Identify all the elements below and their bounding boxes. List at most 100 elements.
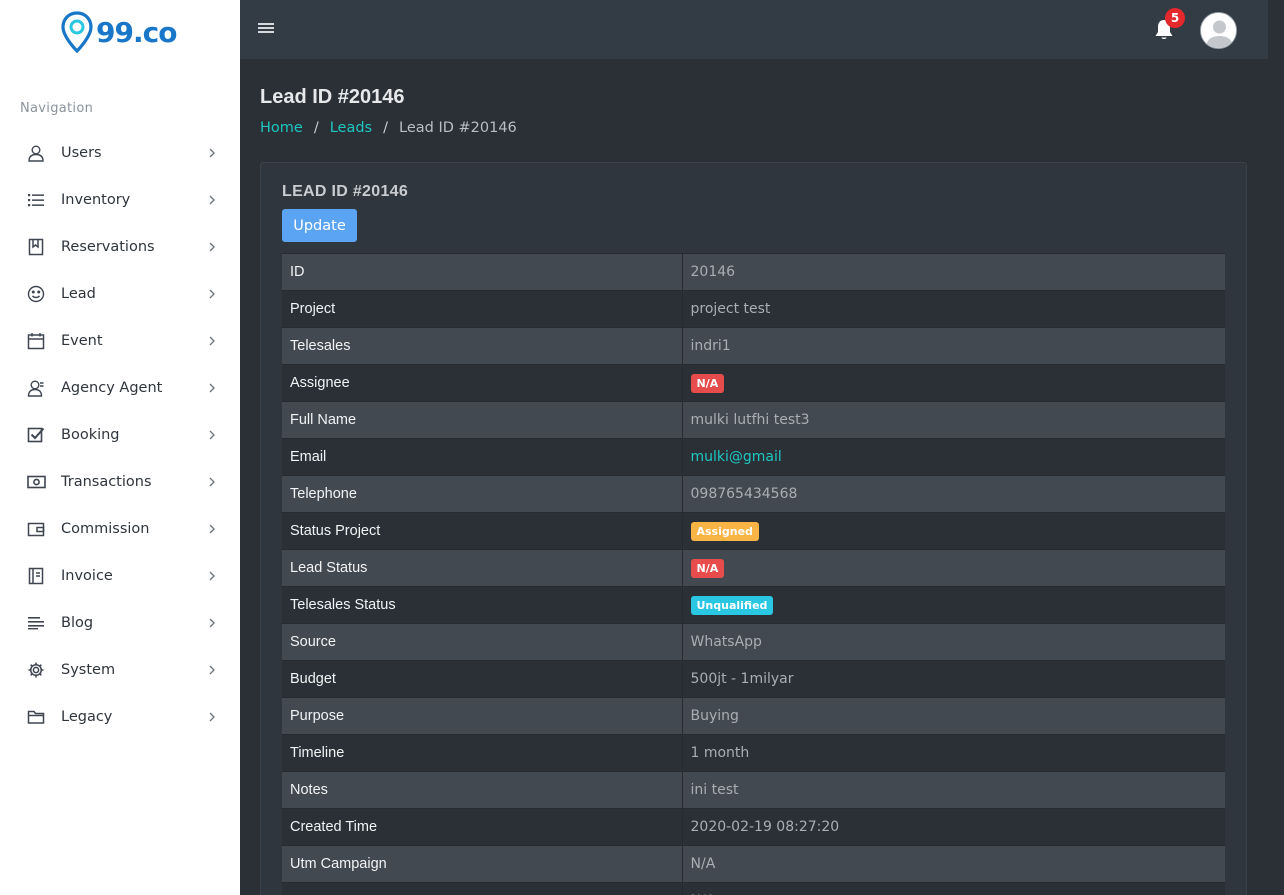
field-value: indri1 bbox=[690, 338, 731, 354]
list-icon bbox=[26, 190, 46, 210]
gear-icon bbox=[26, 660, 46, 680]
field-label: Telesales Status bbox=[282, 586, 683, 624]
field-label: Lead Status bbox=[282, 549, 683, 587]
sidebar-item-label: Booking bbox=[61, 426, 120, 443]
sidebar-item-label: Reservations bbox=[61, 238, 155, 255]
field-value-cell: WhatsApp bbox=[682, 623, 1225, 661]
field-value: Buying bbox=[690, 708, 739, 724]
lead-detail-table: ID 20146 Project project test Telesales indri… bbox=[282, 253, 1225, 895]
breadcrumb-home-link[interactable]: Home bbox=[260, 120, 303, 136]
field-label: ID bbox=[282, 253, 683, 291]
field-value: mulki lutfhi test3 bbox=[690, 412, 810, 428]
field-label: Telesales bbox=[282, 327, 683, 365]
sidebar-item-label: Blog bbox=[61, 614, 94, 631]
page-scrollbar[interactable] bbox=[1268, 0, 1284, 895]
chevron-right-icon bbox=[206, 523, 218, 535]
field-value: 1 month bbox=[690, 745, 750, 761]
sidebar-item-label: Inventory bbox=[61, 191, 131, 208]
field-value-cell: Unqualified bbox=[682, 586, 1225, 624]
sidebar-item-lead[interactable]: Lead bbox=[0, 270, 240, 317]
card-title: LEAD ID #20146 bbox=[282, 183, 409, 200]
field-value: project test bbox=[690, 301, 771, 317]
money-icon bbox=[26, 472, 46, 492]
sidebar-item-legacy[interactable]: Legacy bbox=[0, 693, 240, 740]
nav-heading: Navigation bbox=[20, 101, 94, 116]
status-badge: N/A bbox=[690, 558, 725, 578]
field-value: 20146 bbox=[690, 264, 736, 280]
sidebar-item-label: Event bbox=[61, 332, 103, 349]
status-badge: Unqualified bbox=[690, 595, 774, 615]
sidebar-item-commission[interactable]: Commission bbox=[0, 505, 240, 552]
agent-icon bbox=[26, 378, 46, 398]
table-row: Project project test bbox=[282, 290, 1225, 328]
sidebar-item-transactions[interactable]: Transactions bbox=[0, 458, 240, 505]
wallet-icon bbox=[26, 519, 46, 539]
field-value: ini test bbox=[690, 782, 739, 798]
chevron-right-icon bbox=[206, 382, 218, 394]
table-row: Created Time 2020-02-19 08:27:20 bbox=[282, 808, 1225, 846]
sidebar: 99.co Navigation Users Inventory Reserva… bbox=[0, 0, 240, 895]
table-row: Telephone 098765434568 bbox=[282, 475, 1225, 513]
breadcrumb-leads-link[interactable]: Leads bbox=[330, 120, 372, 136]
field-label: Budget bbox=[282, 660, 683, 698]
table-row: Assignee N/A bbox=[282, 364, 1225, 402]
sidebar-item-system[interactable]: System bbox=[0, 646, 240, 693]
field-label: Telephone bbox=[282, 475, 683, 513]
status-badge: Assigned bbox=[690, 521, 759, 541]
field-label: Purpose bbox=[282, 697, 683, 735]
field-value: 2020-02-19 08:27:20 bbox=[690, 819, 840, 835]
table-row: Timeline 1 month bbox=[282, 734, 1225, 772]
table-row: Source WhatsApp bbox=[282, 623, 1225, 661]
sidebar-item-inventory[interactable]: Inventory bbox=[0, 176, 240, 223]
chevron-right-icon bbox=[206, 241, 218, 253]
user-avatar[interactable] bbox=[1200, 12, 1237, 49]
sidebar-item-reservations[interactable]: Reservations bbox=[0, 223, 240, 270]
breadcrumb-separator: / bbox=[313, 120, 319, 136]
menu-toggle-icon[interactable] bbox=[258, 21, 274, 37]
field-value: N/A bbox=[690, 856, 716, 872]
table-row: ID 20146 bbox=[282, 253, 1225, 291]
sidebar-item-users[interactable]: Users bbox=[0, 129, 240, 176]
table-row: Utm Campaign N/A bbox=[282, 845, 1225, 883]
checkbox-icon bbox=[26, 425, 46, 445]
topbar: 5 bbox=[240, 0, 1268, 59]
field-value-cell: N/A bbox=[682, 882, 1225, 895]
table-row: N/A bbox=[282, 882, 1225, 895]
sidebar-item-blog[interactable]: Blog bbox=[0, 599, 240, 646]
lead-detail-card: LEAD ID #20146 Update ID 20146 Project proj… bbox=[260, 162, 1247, 895]
field-label: Project bbox=[282, 290, 683, 328]
sidebar-item-event[interactable]: Event bbox=[0, 317, 240, 364]
field-value: 500jt - 1milyar bbox=[690, 671, 794, 687]
field-label: Utm Campaign bbox=[282, 845, 683, 883]
field-label: Email bbox=[282, 438, 683, 476]
field-value-cell: 20146 bbox=[682, 253, 1225, 291]
field-label: Full Name bbox=[282, 401, 683, 439]
page-title: Lead ID #20146 bbox=[260, 86, 405, 108]
chevron-right-icon bbox=[206, 664, 218, 676]
book-icon bbox=[26, 237, 46, 257]
chevron-right-icon bbox=[206, 617, 218, 629]
sidebar-item-label: System bbox=[61, 661, 116, 678]
invoice-icon bbox=[26, 566, 46, 586]
blog-icon bbox=[26, 613, 46, 633]
breadcrumb: Home / Leads / Lead ID #20146 bbox=[260, 120, 517, 136]
table-row: Purpose Buying bbox=[282, 697, 1225, 735]
chevron-right-icon bbox=[206, 194, 218, 206]
calendar-icon bbox=[26, 331, 46, 351]
brand-logo[interactable]: 99.co bbox=[60, 10, 177, 54]
field-value-cell: 098765434568 bbox=[682, 475, 1225, 513]
sidebar-item-agency-agent[interactable]: Agency Agent bbox=[0, 364, 240, 411]
chevron-right-icon bbox=[206, 570, 218, 582]
chevron-right-icon bbox=[206, 288, 218, 300]
field-label: Notes bbox=[282, 771, 683, 809]
field-value-cell: ini test bbox=[682, 771, 1225, 809]
smile-icon bbox=[26, 284, 46, 304]
sidebar-item-invoice[interactable]: Invoice bbox=[0, 552, 240, 599]
field-label: Source bbox=[282, 623, 683, 661]
field-value-cell: N/A bbox=[682, 549, 1225, 587]
update-button[interactable]: Update bbox=[282, 209, 357, 242]
email-link[interactable]: mulki@gmail bbox=[691, 449, 782, 465]
chevron-right-icon bbox=[206, 429, 218, 441]
field-value-cell: N/A bbox=[682, 845, 1225, 883]
sidebar-item-booking[interactable]: Booking bbox=[0, 411, 240, 458]
